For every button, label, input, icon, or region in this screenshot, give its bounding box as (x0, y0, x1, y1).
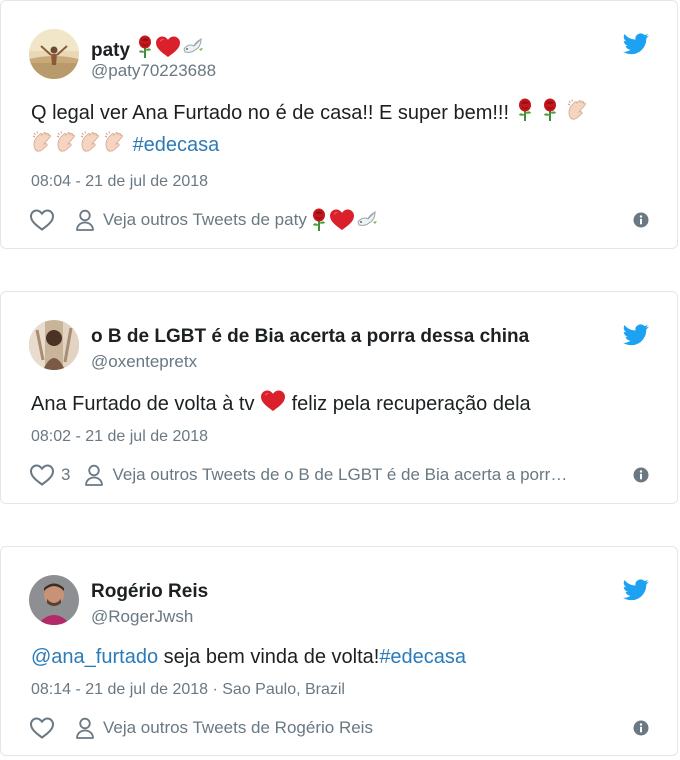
author-name[interactable]: Rogério Reis (91, 581, 208, 603)
heart-emoji-icon (260, 389, 286, 413)
more-tweets-link[interactable]: Veja outros Tweets de paty (103, 210, 307, 230)
tweet-actions: Veja outros Tweets de paty (29, 205, 649, 235)
tweet-timestamp[interactable]: 08:04 - 21 de jul de 2018 (31, 173, 208, 191)
heart-icon[interactable] (29, 463, 55, 487)
hashtag-link[interactable]: #edecasa (133, 134, 220, 156)
person-icon[interactable] (84, 464, 104, 486)
hashtag-link[interactable]: #edecasa (379, 646, 466, 668)
tweet-timestamp[interactable]: 08:14 - 21 de jul de 2018 · Sao Paulo, B… (31, 681, 345, 699)
clap-emoji-icon (79, 130, 103, 154)
twitter-bird-icon[interactable] (623, 33, 649, 55)
rose-emoji-icon (515, 98, 535, 122)
info-icon[interactable] (633, 212, 649, 228)
person-icon[interactable] (75, 717, 95, 739)
mention-link[interactable]: @ana_furtado (31, 646, 158, 668)
info-icon[interactable] (633, 720, 649, 736)
tweet-actions: Veja outros Tweets de Rogério Reis (29, 713, 649, 743)
author-name-text[interactable]: paty (91, 40, 130, 61)
author-name[interactable]: paty (91, 35, 205, 62)
tweet-text-part: Ana Furtado de volta à tv (31, 393, 255, 415)
tweet-text-line: Q legal ver Ana Furtado no é de casa!! E… (31, 102, 510, 124)
heart-icon[interactable] (29, 716, 55, 740)
tweet-text-part: feliz pela recuperação dela (291, 393, 531, 415)
author-handle[interactable]: @RogerJwsh (91, 607, 193, 627)
twitter-bird-icon[interactable] (623, 324, 649, 346)
like-count: 3 (61, 465, 71, 484)
rose-emoji-icon (540, 98, 560, 122)
tweet-card[interactable]: o B de LGBT é de Bia acerta a porra dess… (0, 291, 678, 504)
avatar[interactable] (29, 320, 79, 370)
avatar[interactable] (29, 29, 79, 79)
clap-emoji-icon (103, 130, 127, 154)
tweet-card[interactable]: paty @paty70223688 Q legal ver Ana Furta… (0, 0, 678, 249)
more-tweets-link[interactable]: Veja outros Tweets de Rogério Reis (103, 718, 373, 738)
tweet-text: @ana_furtado seja bem vinda de volta!#ed… (31, 641, 649, 673)
tweet-text: Ana Furtado de volta à tv feliz pela rec… (31, 388, 649, 420)
author-handle[interactable]: @paty70223688 (91, 61, 216, 81)
info-icon[interactable] (633, 467, 649, 483)
rose-emoji-icon (135, 35, 155, 59)
twitter-bird-icon[interactable] (623, 579, 649, 601)
heart-emoji-icon (155, 35, 181, 59)
more-tweets-link[interactable]: Veja outros Tweets de o B de LGBT é de B… (112, 465, 567, 485)
tweet-text: Q legal ver Ana Furtado no é de casa!! E… (31, 97, 649, 161)
dove-emoji-icon (181, 35, 205, 59)
author-name[interactable]: o B de LGBT é de Bia acerta a porra dess… (91, 326, 529, 348)
avatar[interactable] (29, 575, 79, 625)
heart-emoji-icon (329, 208, 355, 232)
dove-emoji-icon (355, 208, 379, 232)
tweet-timestamp[interactable]: 08:02 - 21 de jul de 2018 (31, 428, 208, 446)
tweet-actions: 3 Veja outros Tweets de o B de LGBT é de… (29, 460, 649, 490)
tweet-text-part: seja bem vinda de volta! (158, 646, 380, 668)
clap-emoji-icon (55, 130, 79, 154)
heart-icon[interactable] (29, 208, 55, 232)
author-handle[interactable]: @oxentepretx (91, 352, 197, 372)
clap-emoji-icon (566, 98, 590, 122)
clap-emoji-icon (31, 130, 55, 154)
person-icon[interactable] (75, 209, 95, 231)
tweet-card[interactable]: Rogério Reis @RogerJwsh @ana_furtado sej… (0, 546, 678, 756)
rose-emoji-icon (309, 208, 329, 232)
